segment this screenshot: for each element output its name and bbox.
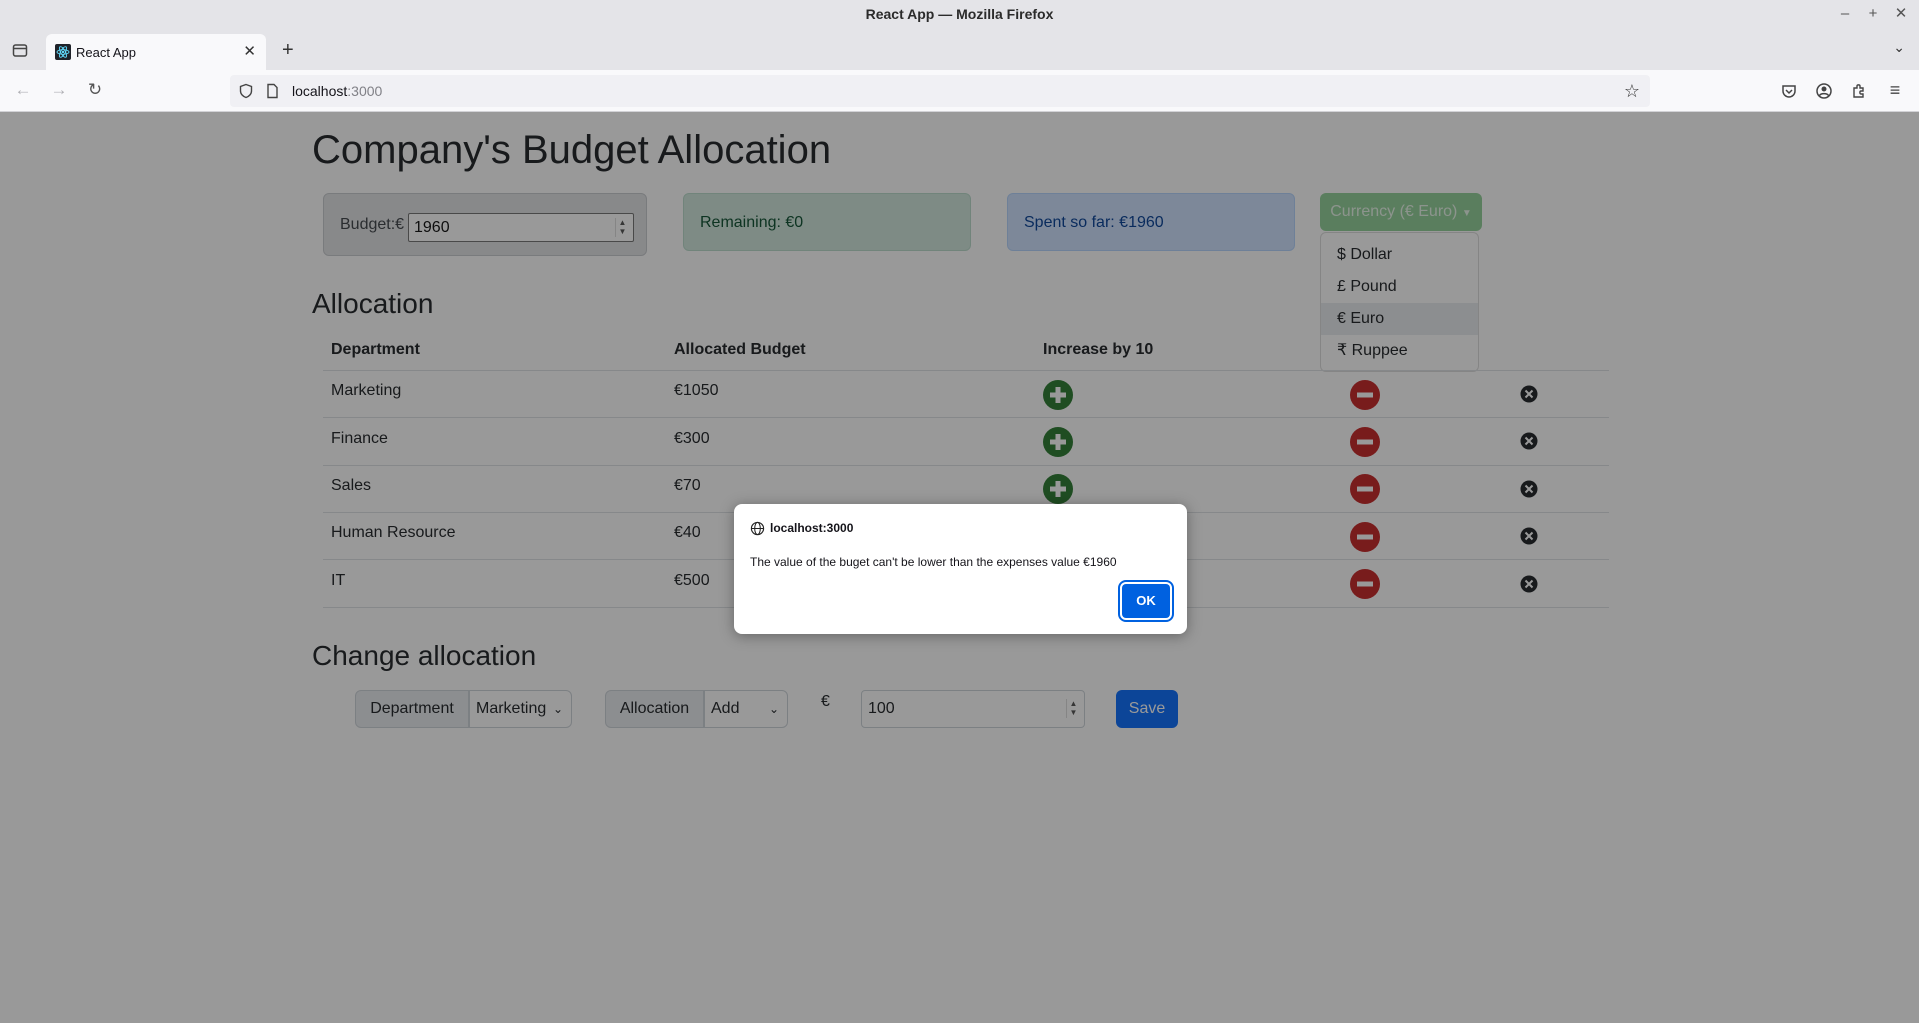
account-icon[interactable] [1815,82,1833,100]
menu-icon[interactable]: ≡ [1886,81,1904,100]
navigation-bar: ← → ↻ localhost:3000 ☆ ≡ [0,70,1919,112]
tracking-shield-icon[interactable] [238,83,254,99]
maximize-icon[interactable]: + [1864,5,1882,23]
extensions-icon[interactable] [1850,82,1868,100]
alert-dialog: localhost:3000 The value of the buget ca… [734,504,1187,634]
window-title: React App — Mozilla Firefox [865,6,1054,22]
dialog-origin: localhost:3000 [770,521,854,535]
close-tab-icon[interactable]: ✕ [243,42,256,60]
tab-react-app[interactable]: React App ✕ [46,34,266,70]
pocket-icon[interactable] [1780,82,1798,100]
reload-icon[interactable]: ↻ [84,80,106,100]
page-info-icon[interactable] [264,83,280,99]
ok-button[interactable]: OK [1118,580,1174,622]
window-titlebar: React App — Mozilla Firefox – + ✕ [0,0,1919,30]
url-text: localhost:3000 [292,83,383,99]
close-window-icon[interactable]: ✕ [1892,5,1910,23]
tab-label: React App [76,45,136,60]
bookmark-star-icon[interactable]: ☆ [1624,81,1640,102]
list-tabs-icon[interactable]: ⌄ [1893,39,1905,56]
address-bar[interactable]: localhost:3000 ☆ [230,75,1650,107]
globe-icon [750,521,765,536]
back-icon[interactable]: ← [12,80,34,100]
dialog-message: The value of the buget can't be lower th… [750,555,1117,569]
new-tab-icon[interactable]: + [282,39,294,62]
minimize-icon[interactable]: – [1836,5,1854,23]
tab-bar: React App ✕ + ⌄ [0,30,1919,70]
react-favicon-icon [55,44,71,60]
firefox-view-icon[interactable] [12,42,28,58]
forward-icon[interactable]: → [48,80,70,100]
